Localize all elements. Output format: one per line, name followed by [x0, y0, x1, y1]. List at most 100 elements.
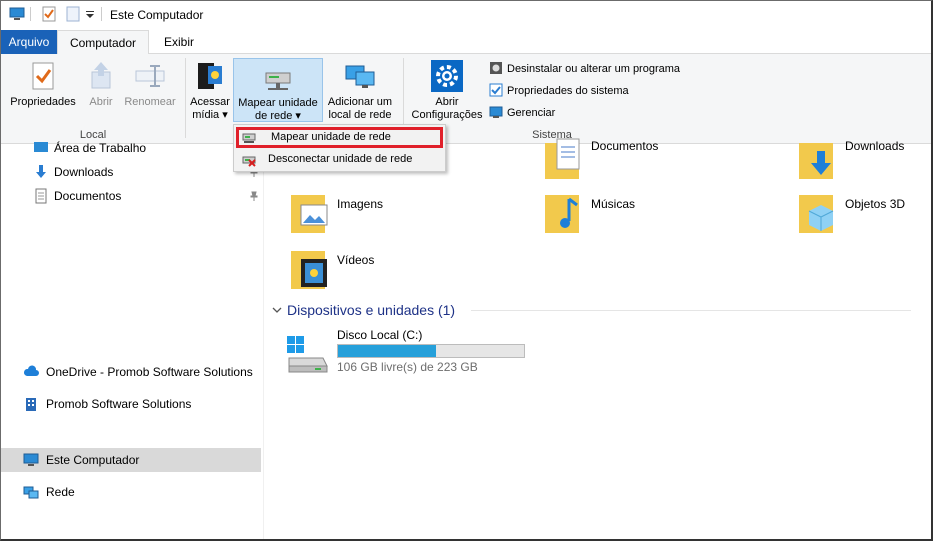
tab-view[interactable]: Exibir [151, 30, 207, 54]
menu-item-label: Desconectar unidade de rede [268, 153, 413, 165]
properties-button[interactable]: Propriedades [7, 60, 79, 109]
access-media-button[interactable]: Acessar mídia ▾ [189, 60, 231, 122]
properties-label: Propriedades [10, 96, 76, 108]
videos-folder-icon [291, 251, 327, 289]
music-folder-icon [545, 195, 579, 233]
drive-name: Disco Local (C:) [337, 328, 423, 342]
add-network-location-button[interactable]: Adicionar um local de rede [325, 60, 395, 122]
tab-computer[interactable]: Computador [57, 30, 149, 55]
downloads-folder-icon [799, 143, 833, 179]
nav-item-label: OneDrive - Promob Software Solutions [46, 365, 253, 379]
title-bar: Este Computador [1, 1, 931, 29]
settings-gear-icon [431, 60, 463, 92]
drive-usage-bar [337, 344, 525, 358]
pane-divider[interactable] [263, 144, 264, 539]
system-properties-button[interactable]: Propriedades do sistema [489, 82, 629, 100]
chevron-down-icon[interactable] [271, 304, 283, 316]
open-settings-button[interactable]: Abrir Configurações [407, 60, 487, 122]
uninstall-icon [490, 62, 502, 74]
nav-item-label: Promob Software Solutions [46, 397, 192, 411]
nav-item-label: Este Computador [46, 453, 140, 467]
section-divider-line [471, 310, 911, 311]
folder-label: Vídeos [337, 253, 375, 267]
access-media-label-2: mídia [192, 109, 220, 121]
manage-icon [489, 106, 503, 118]
uninstall-label: Desinstalar ou alterar um programa [507, 63, 681, 75]
map-drive-label-2: de rede [255, 110, 293, 122]
drive-item-local-disk[interactable]: Disco Local (C:) 106 GB livre(s) de 223 … [285, 326, 535, 376]
devices-section-header[interactable]: Dispositivos e unidades (1) [271, 301, 911, 321]
drive-usage-fill [338, 345, 436, 357]
navigation-pane: Área de Trabalho Downloads Documentos On… [1, 141, 263, 539]
open-button[interactable]: Abrir [83, 60, 119, 109]
computer-icon[interactable] [9, 6, 25, 22]
folder-downloads[interactable]: Downloads [797, 137, 931, 185]
map-network-drive-button[interactable]: Mapear unidade de rede ▾ [233, 58, 323, 122]
folder-label: Imagens [337, 197, 384, 211]
nav-item-network[interactable]: Rede [1, 480, 261, 504]
new-folder-quick-icon[interactable] [65, 6, 81, 22]
disconnect-drive-icon [242, 156, 256, 167]
building-icon [26, 398, 36, 411]
folder-videos[interactable]: Vídeos [289, 247, 539, 295]
map-drive-label-1: Mapear unidade [238, 97, 318, 109]
cloud-icon [23, 365, 39, 376]
menu-item-map-network-drive[interactable]: Mapear unidade de rede [236, 127, 443, 148]
nav-item-desktop[interactable]: Área de Trabalho [1, 136, 261, 160]
nav-item-documents[interactable]: Documentos [1, 184, 261, 208]
nav-item-label: Downloads [54, 165, 114, 179]
system-properties-icon [489, 83, 503, 97]
network-drive-icon [265, 72, 291, 90]
nav-item-label: Área de Trabalho [54, 141, 147, 155]
windows-drive-icon [287, 336, 328, 373]
open-settings-label-2: Configurações [411, 109, 483, 121]
properties-icon [32, 62, 54, 90]
folder-label: Downloads [845, 139, 905, 153]
computer-icon [23, 453, 39, 466]
folder-3d-objects[interactable]: Objetos 3D [797, 191, 931, 239]
pin-icon[interactable] [249, 191, 259, 201]
file-explorer-window: Este Computador Arquivo Computador Exibi… [0, 0, 933, 541]
nav-item-label: Rede [46, 485, 75, 499]
menu-item-disconnect-network-drive[interactable]: Desconectar unidade de rede [236, 149, 443, 170]
network-location-icon [345, 65, 375, 88]
properties-quick-icon[interactable] [41, 6, 57, 22]
images-folder-icon [291, 195, 328, 233]
ribbon-tabs: Arquivo Computador Exibir [1, 30, 931, 55]
open-label: Abrir [89, 96, 113, 108]
customize-quick-access-icon[interactable] [85, 6, 95, 22]
rename-button[interactable]: Renomear [121, 60, 179, 109]
access-media-label-1: Acessar [190, 96, 230, 108]
documents-folder-icon [545, 138, 580, 179]
desktop-icon [34, 142, 48, 152]
open-settings-label-1: Abrir [435, 96, 459, 108]
separator [30, 7, 31, 21]
folder-label: Músicas [591, 197, 636, 211]
network-icon [23, 486, 39, 499]
section-title: Dispositivos e unidades (1) [287, 302, 456, 318]
system-properties-label: Propriedades do sistema [507, 85, 629, 97]
nav-item-onedrive[interactable]: OneDrive - Promob Software Solutions [1, 360, 261, 384]
folder-images[interactable]: Imagens [289, 191, 539, 239]
folder-documents[interactable]: Documentos [543, 137, 793, 185]
document-icon [35, 188, 47, 204]
nav-item-label: Documentos [54, 189, 122, 203]
uninstall-program-button[interactable]: Desinstalar ou alterar um programa [489, 60, 680, 78]
nav-item-promob[interactable]: Promob Software Solutions [1, 392, 261, 416]
nav-item-downloads[interactable]: Downloads [1, 160, 261, 184]
map-drive-dropdown-menu: Mapear unidade de rede Desconectar unida… [233, 124, 446, 172]
add-location-label-1: Adicionar um [327, 96, 393, 108]
rename-label: Renomear [124, 96, 176, 108]
window-title: Este Computador [110, 8, 204, 22]
network-drive-icon [242, 133, 256, 143]
add-location-label-2: local de rede [328, 109, 392, 121]
ribbon: Propriedades Abrir Renomear Local Acessa… [1, 54, 931, 144]
folder-music[interactable]: Músicas [543, 191, 793, 239]
nav-item-this-pc[interactable]: Este Computador [1, 448, 261, 472]
drive-free-space: 106 GB livre(s) de 223 GB [337, 360, 478, 374]
group-separator [185, 58, 186, 138]
manage-button[interactable]: Gerenciar [489, 104, 555, 122]
manage-label: Gerenciar [507, 107, 556, 119]
download-arrow-icon [36, 165, 46, 178]
tab-file[interactable]: Arquivo [1, 30, 57, 54]
